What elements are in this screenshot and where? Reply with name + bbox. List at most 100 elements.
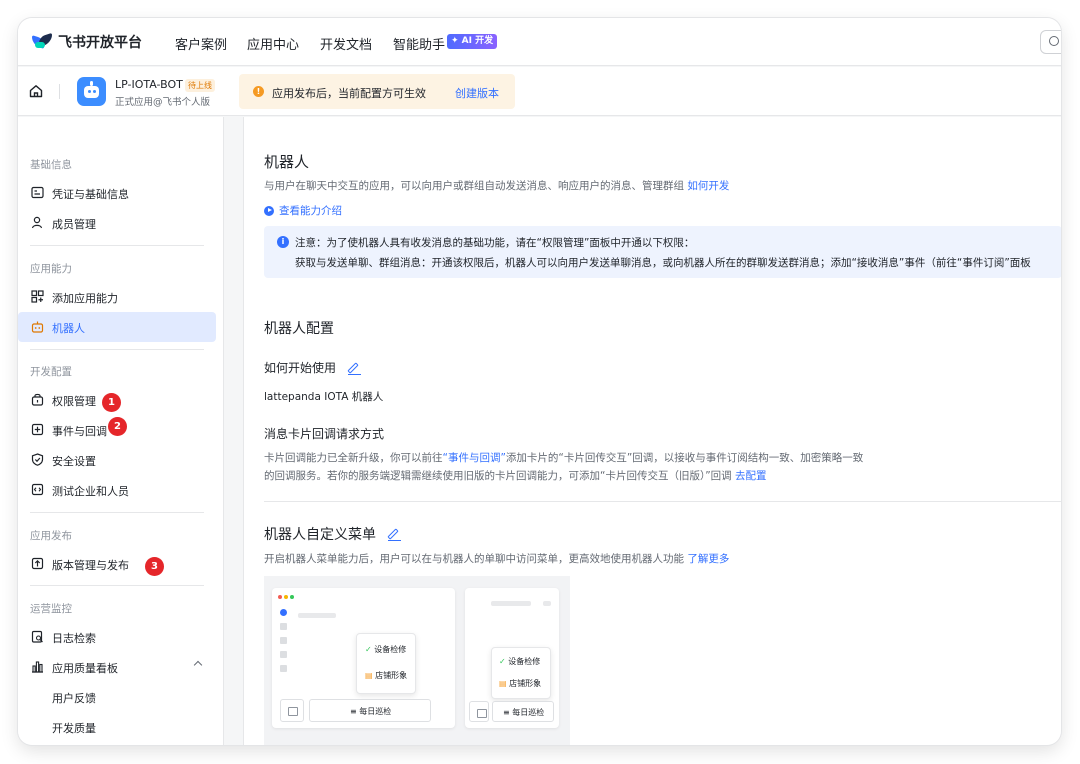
card-callback-title: 消息卡片回调请求方式 <box>264 427 385 441</box>
divider <box>264 501 1061 502</box>
nav-app-center[interactable]: 应用中心 <box>247 34 299 53</box>
preview-mobile-window: ✓ 设备检修 ▤ 店铺形象 ≡ 每日巡检 <box>465 588 559 728</box>
home-icon[interactable] <box>29 84 43 98</box>
nav-customer-cases[interactable]: 客户案例 <box>175 34 227 53</box>
divider <box>59 84 60 99</box>
capability-intro-link[interactable]: 查看能力介绍 <box>264 203 342 218</box>
card-callback-desc-2: 的回调服务。若你的服务端逻辑需继续使用旧版的卡片回调能力，可添加“卡片回传交互（… <box>264 468 766 483</box>
annotation-badge-3: 3 <box>145 557 164 576</box>
sidebar-item-label: 安全设置 <box>52 455 96 468</box>
description-text: 与用户在聊天中交互的应用，可以向用户或群组自动发送消息、响应用户的消息、管理群组 <box>264 180 684 192</box>
custom-menu-desc: 开启机器人菜单能力后，用户可以在与机器人的单聊中访问菜单，更高效地使用机器人功能… <box>264 551 729 566</box>
learn-more-link[interactable]: 了解更多 <box>687 553 729 565</box>
keyboard-icon <box>469 701 489 722</box>
preview-menu-item: ≡ 每日巡检 <box>503 708 545 717</box>
annotation-badge-1: 1 <box>102 393 121 412</box>
sidebar-item-security[interactable]: 安全设置 <box>18 445 216 475</box>
how-to-start-title: 如何开始使用 <box>264 361 337 375</box>
sidebar-item-label: 成员管理 <box>52 218 96 231</box>
app-avatar <box>77 77 106 106</box>
notice-text: 应用发布后，当前配置方可生效 <box>272 87 426 100</box>
sidebar-item-logs[interactable]: 日志检索 <box>18 622 216 652</box>
nav-smart-assistant[interactable]: 智能助手 <box>393 34 445 53</box>
lock-icon <box>31 393 44 406</box>
info-icon: i <box>277 236 289 248</box>
logo-text: 飞书开放平台 <box>58 35 142 51</box>
sidebar-item-label: 凭证与基础信息 <box>52 188 129 201</box>
sidebar-item-label: 开发质量 <box>52 722 96 735</box>
preview-menu-popup: ✓ 设备检修 ▤ 店铺形象 <box>491 647 551 699</box>
sidebar-item-user-feedback[interactable]: 用户反馈 <box>18 682 216 712</box>
sidebar-item-label: 事件与回调 <box>52 425 107 438</box>
how-to-start-heading: 如何开始使用 <box>264 359 361 376</box>
sidebar-item-dev-quality[interactable]: 开发质量 <box>18 712 216 742</box>
preview-bar <box>491 601 531 606</box>
preview-menu-item: ≡ 每日巡检 <box>350 707 392 716</box>
edit-icon[interactable] <box>387 528 402 542</box>
sidebar-item-members[interactable]: 成员管理 <box>18 208 216 238</box>
section-title-bot-config: 机器人配置 <box>264 321 334 337</box>
preview-bar <box>298 613 336 618</box>
sidebar-item-test-tenants[interactable]: 测试企业和人员 <box>18 475 216 505</box>
preview-bar <box>543 601 551 606</box>
section-title-dev-config: 开发配置 <box>30 366 72 378</box>
create-version-link[interactable]: 创建版本 <box>455 85 499 101</box>
edit-icon[interactable] <box>347 361 361 375</box>
section-title-publish: 应用发布 <box>30 530 72 542</box>
divider <box>30 512 204 513</box>
capability-intro-label: 查看能力介绍 <box>279 205 342 217</box>
search-button[interactable] <box>1040 30 1061 54</box>
section-title-basic: 基础信息 <box>30 159 72 171</box>
sidebar-item-credentials[interactable]: 凭证与基础信息 <box>18 178 216 208</box>
code-icon <box>31 483 44 496</box>
desc-text: 的回调服务。若你的服务端逻辑需继续使用旧版的卡片回调能力，可添加“卡片回传交互（… <box>264 470 732 482</box>
custom-menu-heading: 机器人自定义菜单 <box>264 524 402 544</box>
preview-menu-popup: ✓ 设备检修 ▤ 店铺形象 <box>356 633 416 694</box>
permission-notice: i 注意：为了使机器人具有收发消息的基础功能，请在“权限管理”面板中开通以下权限… <box>264 226 1061 278</box>
sidebar-item-label: 用户反馈 <box>52 692 96 705</box>
sidebar-item-add-capability[interactable]: 添加应用能力 <box>18 282 216 312</box>
notice-line-2: 获取与发送单聊、群组消息：开通该权限后，机器人可以向用户发送单聊消息，或向机器人… <box>295 257 1031 269</box>
sidebar-item-label: 机器人 <box>52 322 85 335</box>
ai-dev-badge[interactable]: ✦ AI 开发 <box>447 34 498 49</box>
app-status-badge: 待上线 <box>185 79 215 92</box>
page-title: 机器人 <box>264 153 310 171</box>
divider <box>30 245 204 246</box>
go-configure-link[interactable]: 去配置 <box>735 470 767 482</box>
divider <box>30 349 204 350</box>
sidebar-item-quality-board[interactable]: 应用质量看板 <box>18 652 216 682</box>
upload-icon <box>31 557 44 570</box>
section-title-capabilities: 应用能力 <box>30 263 72 275</box>
desc-text: 添加卡片的“卡片回传交互”回调，以接收与事件订阅结构一致、加密策略一致 <box>505 452 864 464</box>
sidebar-item-label: 权限管理 <box>52 395 96 408</box>
custom-menu-title: 机器人自定义菜单 <box>264 527 376 543</box>
preview-menu-item: ▤ 店铺形象 <box>365 671 408 680</box>
nav-dev-docs[interactable]: 开发文档 <box>320 34 372 53</box>
preview-menu-bar: ≡ 每日巡检 <box>492 701 554 722</box>
preview-menu-item: ✓ 设备检修 <box>365 645 407 654</box>
page-description: 与用户在聊天中交互的应用，可以向用户或群组自动发送消息、响应用户的消息、管理群组… <box>264 178 729 193</box>
app-subtitle: 正式应用@飞书个人版 <box>115 97 211 108</box>
sidebar-item-versions[interactable]: 版本管理与发布 <box>18 549 216 579</box>
preview-menu-item: ✓ 设备检修 <box>499 657 541 666</box>
how-to-develop-link[interactable]: 如何开发 <box>687 180 729 192</box>
feishu-logo-icon <box>32 32 52 51</box>
preview-avatar <box>280 609 287 616</box>
top-nav: 飞书开放平台 客户案例 应用中心 开发文档 智能助手 ✦ AI 开发 <box>18 18 1061 66</box>
preview-sq <box>280 637 287 644</box>
shield-icon <box>31 453 44 466</box>
sidebar-item-label: 版本管理与发布 <box>52 559 129 572</box>
sidebar-item-label: 应用质量看板 <box>52 662 118 675</box>
logo[interactable]: 飞书开放平台 <box>32 32 142 52</box>
play-icon <box>264 205 274 216</box>
menu-preview-image: ✓ 设备检修 ▤ 店铺形象 ≡ 每日巡检 ✓ 设备检修 ▤ 店铺形象 ≡ 每日巡… <box>264 576 570 745</box>
sidebar-item-bot[interactable]: 机器人 <box>18 312 216 342</box>
search-icon <box>1049 36 1059 46</box>
events-callbacks-link[interactable]: “事件与回调” <box>443 452 506 464</box>
divider <box>30 585 204 586</box>
app-window: 飞书开放平台 客户案例 应用中心 开发文档 智能助手 ✦ AI 开发 LP-IO… <box>18 18 1061 745</box>
preview-menu-item: ▤ 店铺形象 <box>499 679 542 688</box>
log-search-icon <box>31 630 43 643</box>
preview-menu-bar: ≡ 每日巡检 <box>309 699 431 722</box>
chevron-up-icon[interactable] <box>193 660 203 670</box>
